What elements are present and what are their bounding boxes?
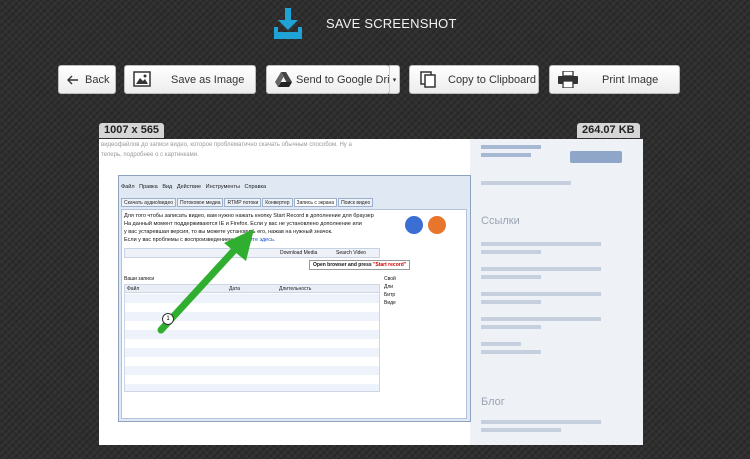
send-to-google-drive-label: Send to Google Drive	[296, 73, 402, 86]
image-dimensions-badge: 1007 x 565	[99, 123, 165, 138]
annotation-marker: 1	[162, 313, 174, 325]
annotation-arrow	[157, 229, 254, 334]
copy-to-clipboard-button[interactable]: Copy to Clipboard	[409, 65, 539, 94]
print-image-label: Print Image	[602, 73, 659, 86]
file-size-badge: 264.07 KB	[577, 123, 640, 138]
page-title: SAVE SCREENSHOT	[326, 16, 457, 31]
back-button[interactable]: Back	[58, 65, 116, 94]
header: SAVE SCREENSHOT	[0, 0, 750, 50]
drive-options-dropdown[interactable]: ▾	[389, 65, 400, 94]
screenshot-preview: видеофайлов до записи видео, которое про…	[99, 139, 643, 445]
printer-icon	[558, 71, 578, 88]
save-as-image-label: Save as Image	[171, 73, 245, 86]
send-to-google-drive-button[interactable]: Send to Google Drive	[266, 65, 401, 94]
print-image-button[interactable]: Print Image	[549, 65, 680, 94]
chevron-down-icon: ▾	[392, 76, 397, 84]
back-label: Back	[85, 73, 110, 86]
image-icon	[133, 71, 151, 87]
save-as-image-button[interactable]: Save as Image	[124, 65, 256, 94]
arrow-left-icon	[67, 74, 79, 86]
google-drive-icon	[275, 72, 292, 87]
download-icon	[274, 8, 302, 39]
copy-to-clipboard-label: Copy to Clipboard	[448, 73, 537, 86]
copy-icon	[420, 71, 436, 88]
